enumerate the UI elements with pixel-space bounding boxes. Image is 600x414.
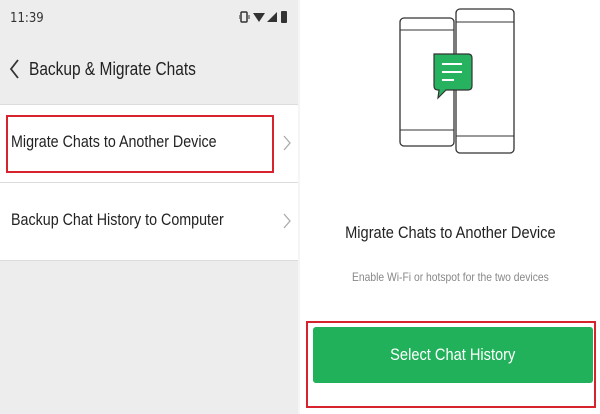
battery-icon bbox=[281, 11, 287, 23]
migrate-subtitle: Enable Wi-Fi or hotspot for the two devi… bbox=[300, 270, 600, 284]
option-label: Migrate Chats to Another Device bbox=[11, 132, 217, 151]
status-time: 11:39 bbox=[10, 11, 44, 26]
button-label: Select Chat History bbox=[390, 345, 516, 364]
wifi-icon bbox=[253, 13, 265, 22]
back-arrow-icon[interactable] bbox=[6, 56, 26, 82]
status-icons bbox=[238, 9, 293, 28]
option-migrate-chats[interactable]: Migrate Chats to Another Device bbox=[0, 105, 300, 183]
options-list: Migrate Chats to Another Device Backup C… bbox=[0, 104, 300, 261]
chevron-right-icon bbox=[282, 133, 292, 153]
header: Backup & Migrate Chats bbox=[0, 36, 300, 104]
option-backup-to-computer[interactable]: Backup Chat History to Computer bbox=[0, 183, 300, 261]
option-label: Backup Chat History to Computer bbox=[11, 210, 224, 229]
status-bar: 11:39 bbox=[0, 0, 300, 36]
signal-icon bbox=[267, 12, 277, 22]
migrate-title: Migrate Chats to Another Device bbox=[300, 223, 600, 243]
select-chat-history-button[interactable]: Select Chat History bbox=[313, 327, 593, 383]
left-screen: 11:39 Backup & Migrate Chats Migrate Cha… bbox=[0, 0, 300, 414]
chevron-right-icon bbox=[282, 211, 292, 231]
migrate-subtitle-text: Enable Wi-Fi or hotspot for the two devi… bbox=[351, 270, 549, 284]
right-screen: Migrate Chats to Another Device Enable W… bbox=[300, 0, 600, 414]
two-devices-illustration bbox=[399, 8, 515, 154]
vibrate-icon bbox=[238, 11, 250, 23]
migrate-title-text: Migrate Chats to Another Device bbox=[344, 223, 556, 242]
page-title: Backup & Migrate Chats bbox=[29, 59, 196, 79]
